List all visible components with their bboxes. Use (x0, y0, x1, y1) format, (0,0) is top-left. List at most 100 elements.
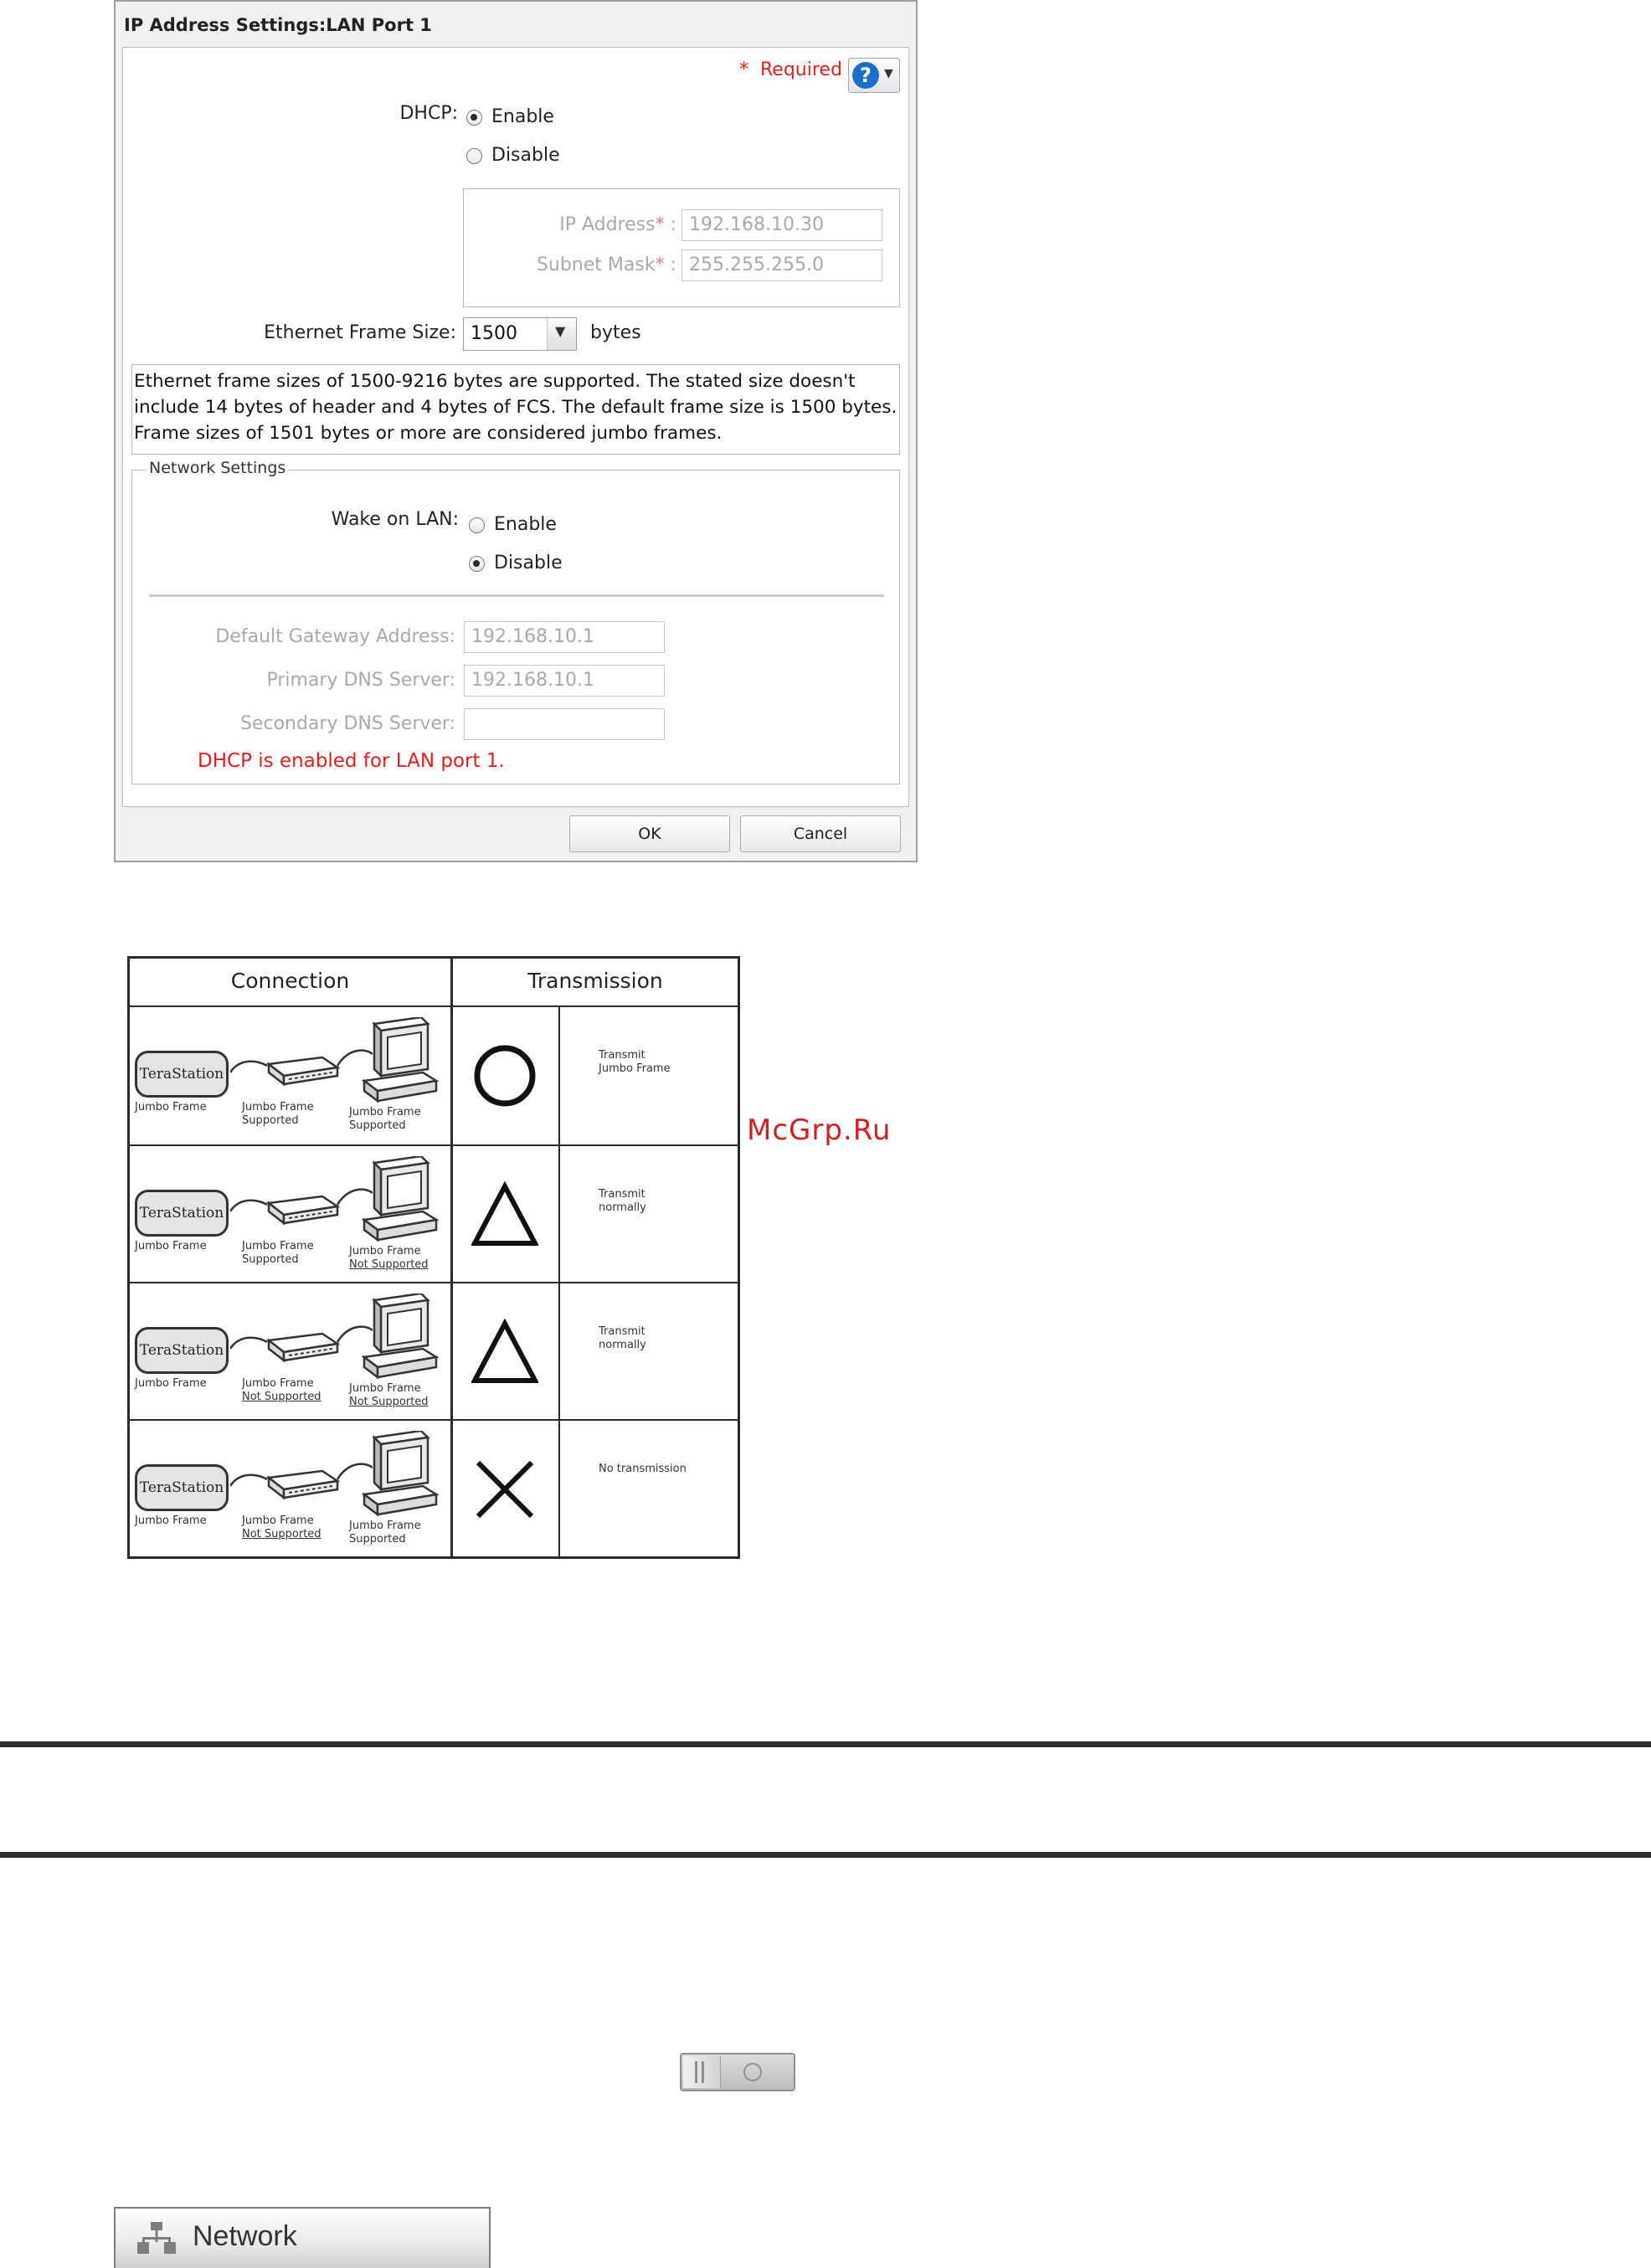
ok-button[interactable]: OK (569, 815, 730, 852)
toggle-off-indicator (743, 2063, 762, 2081)
primary-dns-label: Primary DNS Server: (266, 670, 455, 691)
wol-enable-label: Enable (494, 514, 557, 535)
info-line-3: Frame sizes of 1501 bytes or more are co… (134, 423, 723, 444)
computer-icon (361, 1293, 440, 1380)
table-row: TeraStation Jumbo Frame Jumbo Frame Suppo… (130, 1007, 450, 1144)
computer-caption: Jumbo Frame Supported (349, 1106, 421, 1132)
table-column-divider (450, 959, 453, 1556)
chevron-down-icon: ▼ (884, 67, 893, 80)
dhcp-disable-label: Disable (491, 145, 560, 166)
network-icon (137, 2222, 176, 2254)
header-transmission: Transmission (527, 969, 663, 993)
chevron-down-icon: ▼ (555, 323, 566, 339)
wol-enable-radio[interactable] (469, 517, 485, 533)
computer-caption: Jumbo Frame Not Supported (349, 1382, 429, 1408)
divider (149, 594, 884, 597)
dhcp-enable-option[interactable]: Enable (466, 106, 567, 131)
cross-symbol-icon (476, 1460, 534, 1519)
switch-caption: Jumbo Frame Not Supported (242, 1515, 321, 1540)
transmission-description: No transmission (599, 1463, 687, 1475)
network-tab-label: Network (193, 2220, 297, 2252)
watermark: McGrp.Ru (747, 1113, 892, 1147)
dialog-title: IP Address Settings:LAN Port 1 (124, 15, 432, 35)
cancel-button[interactable]: Cancel (740, 815, 901, 852)
computer-icon (361, 1431, 440, 1517)
switch-caption: Jumbo Frame Supported (242, 1101, 314, 1127)
jumbo-frame-table: Connection Transmission TeraStation Jumb… (127, 956, 740, 1559)
computer-icon (361, 1156, 440, 1242)
section-rule-bottom (0, 1852, 1651, 1858)
switch-hub-icon (230, 1463, 373, 1500)
subnet-mask-label: Subnet Mask* : (536, 255, 676, 275)
secondary-dns-label: Secondary DNS Server: (239, 713, 455, 734)
gateway-input[interactable]: 192.168.10.1 (464, 621, 665, 653)
triangle-symbol-icon (471, 1319, 538, 1383)
wol-disable-option[interactable]: Disable (469, 553, 569, 578)
network-tab[interactable]: Network (114, 2207, 491, 2268)
help-button[interactable]: ? ▼ (848, 58, 900, 93)
transmission-description: Transmit normally (599, 1188, 646, 1214)
frame-size-info: Ethernet frame sizes of 1500-9216 bytes … (131, 364, 900, 455)
required-label: Required (760, 59, 842, 80)
terastation-device-icon: TeraStation (135, 1327, 229, 1374)
toggle-switch-icon (680, 2053, 795, 2091)
terastation-device-icon: TeraStation (135, 1190, 229, 1237)
ip-settings-dialog: IP Address Settings:LAN Port 1 * Require… (114, 0, 918, 862)
terastation-caption: Jumbo Frame (135, 1377, 207, 1390)
dhcp-enable-radio[interactable] (466, 110, 482, 126)
dhcp-label: DHCP: (399, 103, 458, 124)
network-settings-group: Network Settings Wake on LAN: Enable Dis… (131, 459, 900, 784)
toggle-knob (683, 2056, 721, 2088)
info-line-1: Ethernet frame sizes of 1500-9216 bytes … (134, 371, 856, 392)
table-row: TeraStation Jumbo Frame Jumbo Frame Not S… (130, 1421, 450, 1558)
frame-size-dropdown-button[interactable]: ▼ (547, 318, 576, 350)
table-row: TeraStation Jumbo Frame Jumbo Frame Suppo… (130, 1146, 450, 1283)
required-note: * Required (739, 59, 842, 80)
switch-hub-icon (230, 1325, 373, 1363)
table-row: TeraStation Jumbo Frame Jumbo Frame Not S… (130, 1283, 450, 1421)
gateway-label: Default Gateway Address: (215, 626, 455, 647)
computer-caption: Jumbo Frame Not Supported (349, 1245, 429, 1271)
computer-icon (361, 1017, 440, 1103)
wol-disable-radio[interactable] (469, 556, 485, 572)
dhcp-enable-label: Enable (491, 106, 554, 127)
triangle-symbol-icon (471, 1181, 538, 1246)
secondary-dns-input[interactable] (464, 708, 665, 740)
switch-caption: Jumbo Frame Supported (242, 1240, 314, 1266)
ip-address-input[interactable]: 192.168.10.30 (681, 209, 882, 241)
switch-hub-icon (230, 1188, 373, 1226)
required-star: * (739, 59, 748, 80)
network-settings-legend: Network Settings (146, 459, 290, 477)
primary-dns-input[interactable]: 192.168.10.1 (464, 665, 665, 697)
subnet-mask-input[interactable]: 255.255.255.0 (681, 249, 882, 281)
section-rule-top (0, 1741, 1651, 1747)
circle-symbol-icon (474, 1045, 536, 1107)
static-ip-group: IP Address* : 192.168.10.30 Subnet Mask*… (463, 188, 900, 307)
table-symbol-divider (558, 1005, 560, 1556)
wol-enable-option[interactable]: Enable (469, 514, 569, 539)
wol-disable-label: Disable (494, 553, 563, 573)
dhcp-disable-radio[interactable] (466, 148, 482, 164)
terastation-device-icon: TeraStation (135, 1051, 229, 1098)
frame-size-select[interactable]: 1500 ▼ (463, 317, 577, 351)
dhcp-note: DHCP is enabled for LAN port 1. (198, 750, 505, 772)
dhcp-disable-option[interactable]: Disable (466, 145, 567, 170)
computer-caption: Jumbo Frame Supported (349, 1520, 421, 1545)
terastation-device-icon: TeraStation (135, 1464, 229, 1511)
ip-address-label: IP Address* : (559, 214, 676, 235)
transmission-description: Transmit Jumbo Frame (599, 1049, 671, 1075)
frame-size-unit: bytes (590, 322, 641, 343)
terastation-caption: Jumbo Frame (135, 1240, 207, 1252)
wol-label: Wake on LAN: (331, 509, 459, 530)
frame-size-label: Ethernet Frame Size: (264, 322, 456, 343)
transmission-description: Transmit normally (599, 1325, 646, 1351)
frame-size-value: 1500 (471, 323, 517, 344)
header-connection: Connection (230, 969, 350, 993)
switch-caption: Jumbo Frame Not Supported (242, 1377, 321, 1403)
terastation-caption: Jumbo Frame (135, 1101, 207, 1113)
terastation-caption: Jumbo Frame (135, 1515, 207, 1527)
switch-hub-icon (230, 1049, 373, 1087)
question-icon: ? (852, 62, 879, 89)
info-line-2: include 14 bytes of header and 4 bytes o… (134, 397, 898, 418)
dialog-body: * Required ? ▼ DHCP: Enable Disable IP A… (122, 47, 909, 807)
